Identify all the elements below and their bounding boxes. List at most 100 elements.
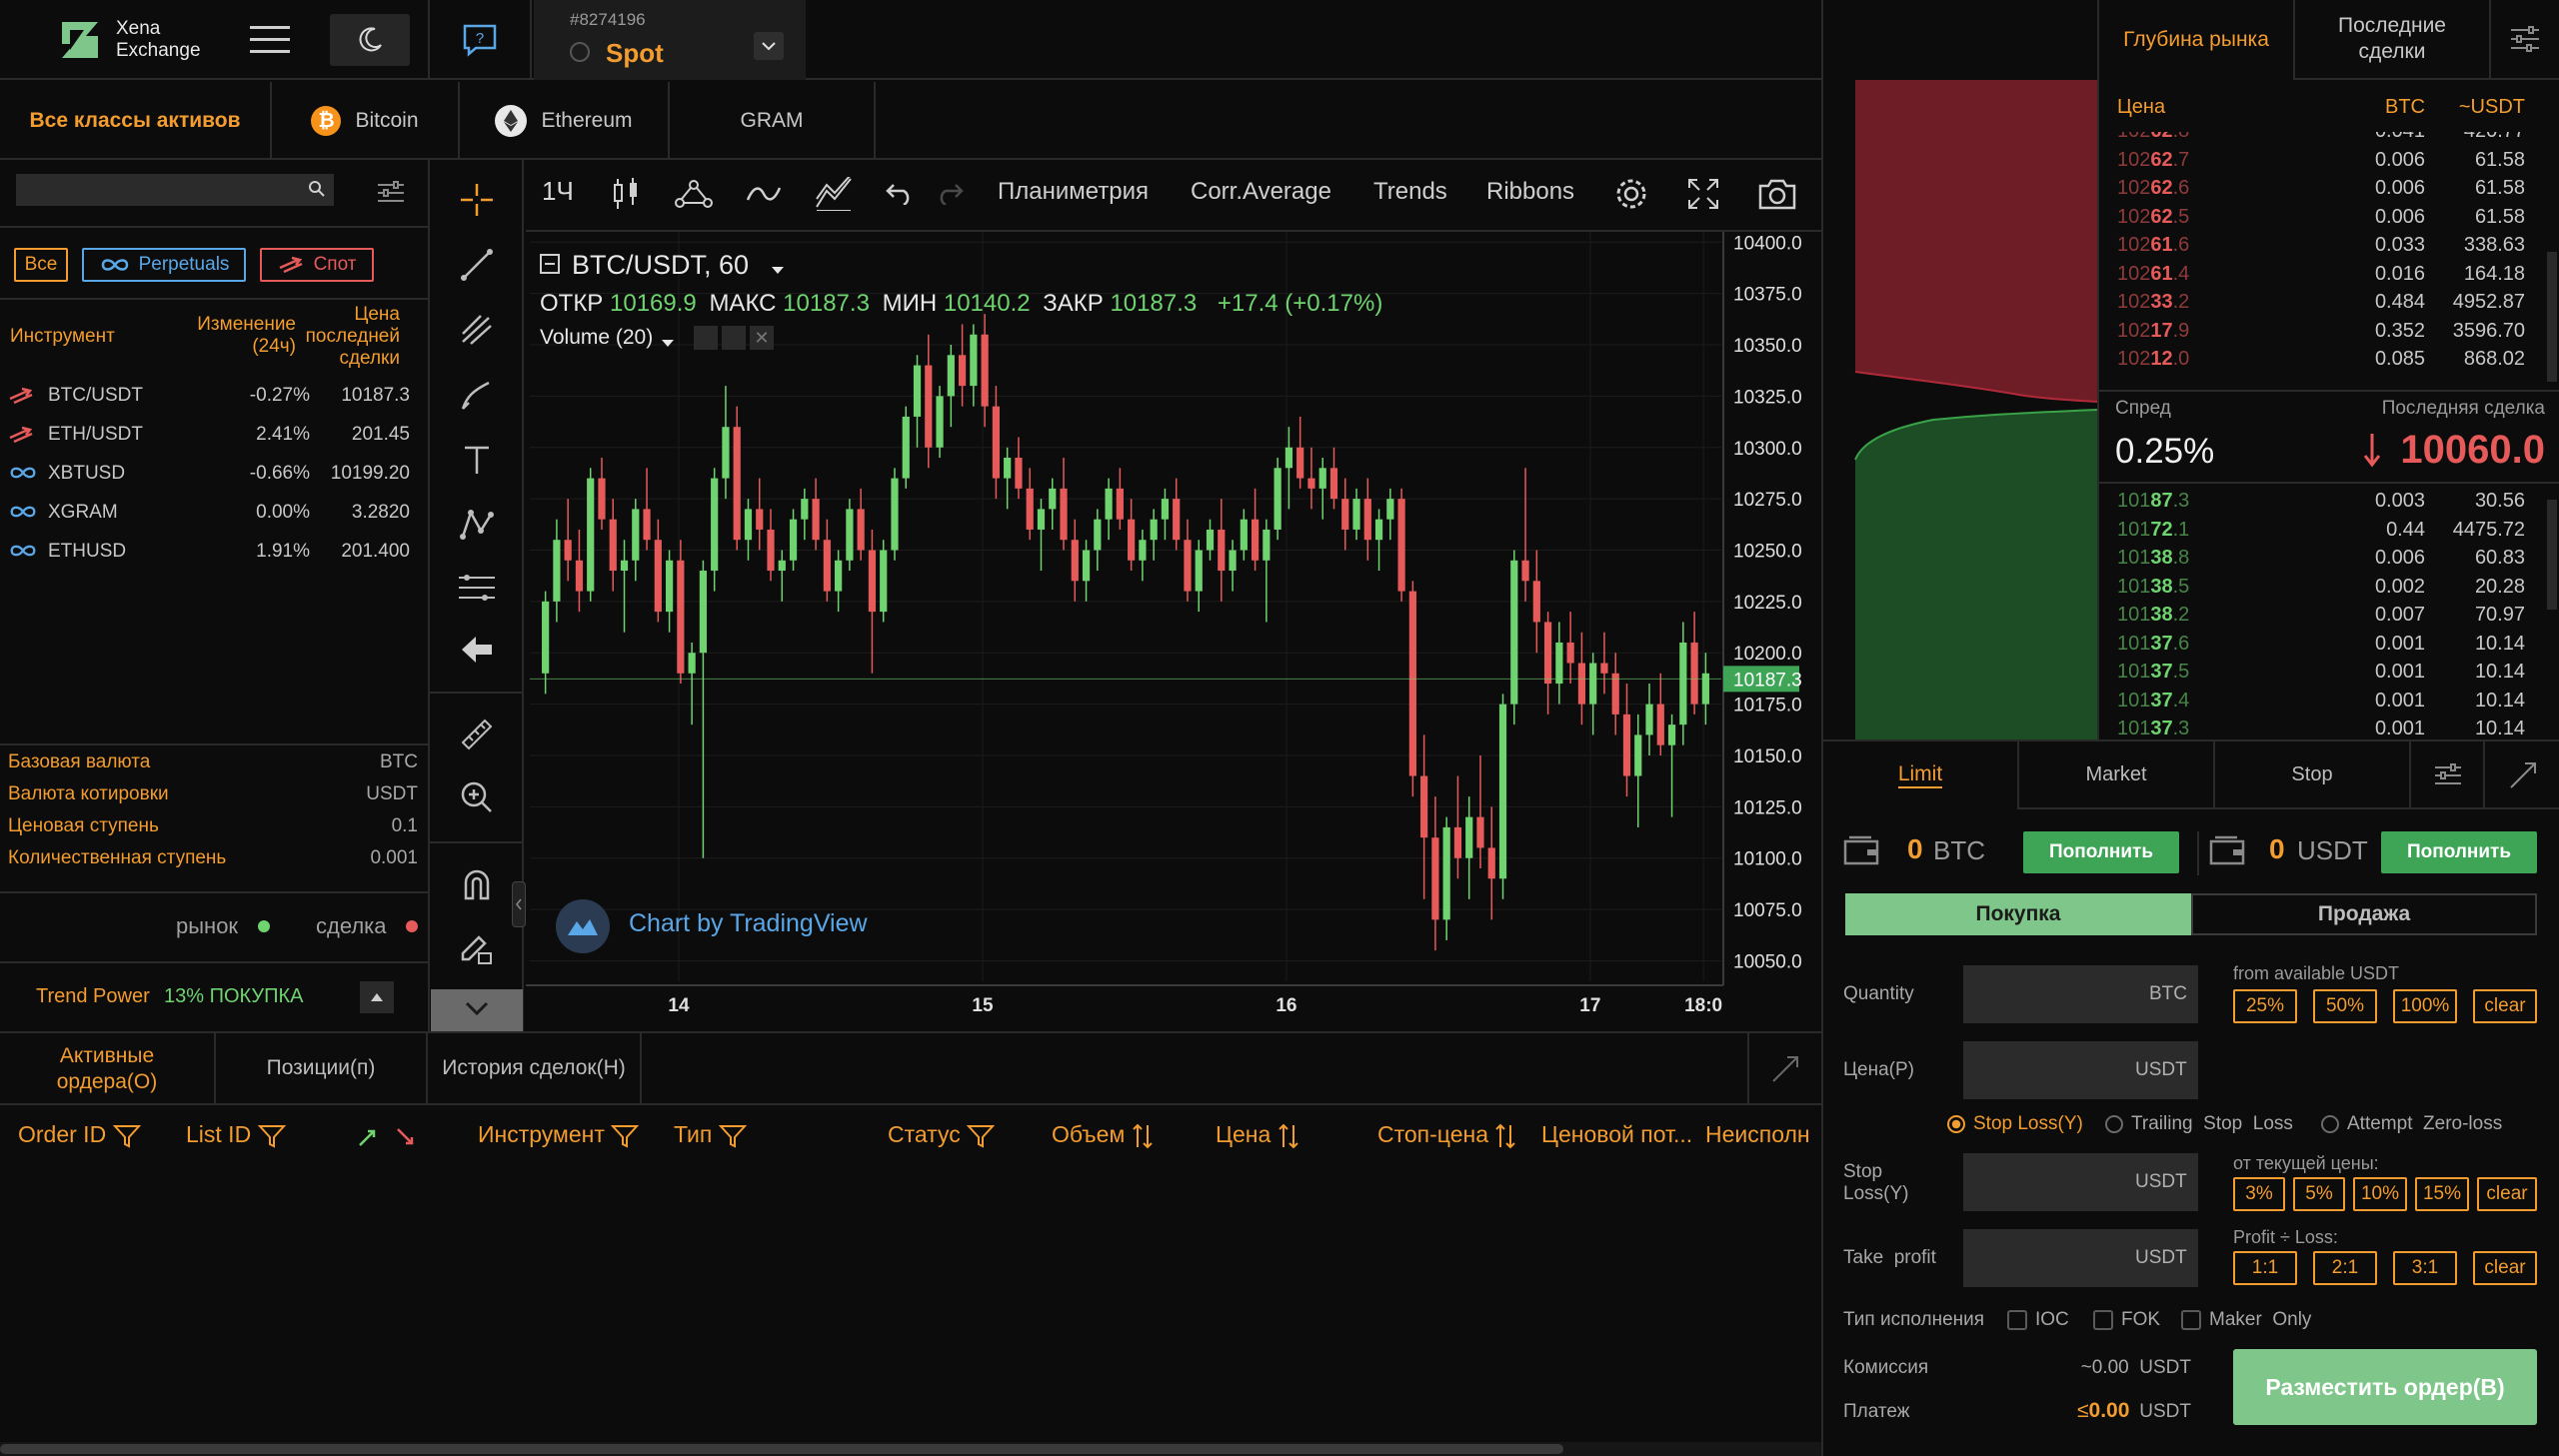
- text-tool-icon[interactable]: [457, 440, 497, 480]
- deposit-usdt-button[interactable]: Пополнить: [2381, 831, 2537, 873]
- qty-clear-button[interactable]: clear: [2473, 989, 2537, 1023]
- col-stop-price[interactable]: Стоп-цена: [1377, 1121, 1516, 1149]
- tab-trade-history[interactable]: История сделок(Н): [428, 1033, 642, 1105]
- instrument-row[interactable]: ETH/USDT 2.41% 201.45: [0, 416, 428, 454]
- pitchfork-icon[interactable]: [457, 310, 497, 350]
- caret-down-icon[interactable]: [662, 334, 674, 352]
- orderbook-row[interactable]: 10217.9 0.352 3596.70: [2099, 320, 2549, 348]
- tab-ethereum[interactable]: Ethereum: [460, 82, 670, 160]
- toolbar-scroll-down[interactable]: [431, 989, 523, 1031]
- orderbook-row[interactable]: 10262.5 0.006 61.58: [2099, 206, 2549, 234]
- orderbook-row[interactable]: 10172.1 0.44 4475.72: [2099, 519, 2549, 547]
- orderbook-row[interactable]: 10187.3 0.003 30.56: [2099, 490, 2549, 518]
- orderbook-row[interactable]: 10137.4 0.001 10.14: [2099, 690, 2549, 718]
- tab-limit[interactable]: Limit: [1823, 741, 2019, 809]
- hamburger-menu-icon[interactable]: [250, 22, 290, 58]
- column-header-last-price[interactable]: Цена последней сделки: [296, 304, 400, 370]
- orderbook-settings[interactable]: [2491, 0, 2559, 80]
- magnet-icon[interactable]: [457, 865, 497, 905]
- caret-down-icon[interactable]: [771, 262, 785, 280]
- orderbook-row[interactable]: 10137.6 0.001 10.14: [2099, 633, 2549, 661]
- side-filter-icon[interactable]: [356, 1125, 416, 1154]
- horizontal-scrollbar[interactable]: [0, 1442, 1821, 1456]
- filter-spot-button[interactable]: Спот: [260, 248, 374, 282]
- redo-icon[interactable]: [930, 174, 970, 214]
- filter-all-button[interactable]: Все: [14, 248, 68, 282]
- col-list-id[interactable]: List ID: [186, 1121, 286, 1148]
- buy-button[interactable]: Покупка: [1845, 893, 2191, 935]
- qty-25-button[interactable]: 25%: [2233, 989, 2297, 1023]
- settings-icon[interactable]: [722, 326, 746, 350]
- orderbook-row[interactable]: 10233.2 0.484 4952.87: [2099, 291, 2549, 319]
- col-price[interactable]: Цена: [1216, 1121, 1299, 1149]
- depth-chart[interactable]: [1823, 80, 2097, 739]
- col-status[interactable]: Статус: [888, 1121, 996, 1148]
- orderbook-row[interactable]: 10212.0 0.085 868.02: [2099, 348, 2549, 376]
- sell-button[interactable]: Продажа: [2191, 893, 2537, 935]
- pl-2-1-button[interactable]: 2:1: [2313, 1251, 2377, 1285]
- search-icon[interactable]: [308, 180, 326, 203]
- settings-gear-icon[interactable]: [1611, 174, 1651, 214]
- back-arrow-icon[interactable]: [457, 630, 497, 670]
- indicators-icon[interactable]: [674, 174, 714, 214]
- pattern-icon[interactable]: [457, 505, 497, 545]
- orderbook-row[interactable]: 10138.5 0.002 20.28: [2099, 576, 2549, 604]
- toolbar-item-planimetry[interactable]: Планиметрия: [998, 178, 1149, 206]
- eye-icon[interactable]: [694, 326, 718, 350]
- crosshair-icon[interactable]: [457, 180, 497, 220]
- help-button[interactable]: ?: [428, 0, 532, 80]
- col-volume[interactable]: Объем: [1052, 1121, 1154, 1149]
- attempt-zero-loss-radio[interactable]: Attempt Zero-loss: [2321, 1113, 2502, 1135]
- undo-icon[interactable]: [880, 174, 920, 214]
- volume-indicator-label[interactable]: Volume (20): [540, 326, 653, 350]
- maker-only-checkbox[interactable]: Maker Only: [2181, 1309, 2311, 1331]
- stop-loss-radio[interactable]: Stop Loss(Y): [1947, 1113, 2083, 1135]
- tab-active-orders[interactable]: Активные ордера(О): [0, 1033, 216, 1105]
- orderbook-row[interactable]: 10261.6 0.033 338.63: [2099, 234, 2549, 262]
- pl-clear-button[interactable]: clear: [2473, 1251, 2537, 1285]
- col-unfilled[interactable]: Неисполн: [1705, 1121, 1821, 1148]
- instrument-row[interactable]: XBTUSD -0.66% 10199.20: [0, 455, 428, 493]
- orderbook-row[interactable]: 10262.6 0.006 61.58: [2099, 177, 2549, 205]
- order-settings-button[interactable]: [2411, 741, 2485, 809]
- close-icon[interactable]: ✕: [750, 326, 774, 350]
- tab-bitcoin[interactable]: ₿ Bitcoin: [272, 82, 460, 160]
- zoom-in-icon[interactable]: [457, 777, 497, 817]
- col-type[interactable]: Тип: [674, 1121, 747, 1148]
- column-header-instrument[interactable]: Инструмент: [10, 326, 115, 348]
- orderbook-row[interactable]: 10262.7 0.006 61.58: [2099, 149, 2549, 177]
- chevron-down-icon[interactable]: [754, 32, 784, 60]
- sl-15-button[interactable]: 15%: [2415, 1177, 2469, 1211]
- sl-clear-button[interactable]: clear: [2477, 1177, 2537, 1211]
- orderbook-row[interactable]: 10137.5 0.001 10.14: [2099, 661, 2549, 689]
- trend-power-toggle[interactable]: [360, 981, 394, 1013]
- qty-50-button[interactable]: 50%: [2313, 989, 2377, 1023]
- pl-3-1-button[interactable]: 3:1: [2393, 1251, 2457, 1285]
- chart-symbol[interactable]: BTC/USDT, 60: [572, 250, 749, 281]
- fok-checkbox[interactable]: FOK: [2093, 1309, 2160, 1331]
- brush-icon[interactable]: [457, 375, 497, 415]
- place-order-button[interactable]: Разместить ордер(B): [2233, 1349, 2537, 1425]
- trailing-stop-radio[interactable]: Trailing Stop Loss: [2105, 1113, 2293, 1135]
- tab-positions[interactable]: Позиции(п): [216, 1033, 428, 1105]
- candles-icon[interactable]: [606, 174, 646, 214]
- tab-market-depth[interactable]: Глубина рынка: [2099, 0, 2295, 80]
- col-order-id[interactable]: Order ID: [18, 1121, 141, 1148]
- trend-line-icon[interactable]: [457, 245, 497, 285]
- expand-order-form-button[interactable]: [2485, 741, 2559, 809]
- line-chart-icon[interactable]: [744, 174, 784, 214]
- sl-10-button[interactable]: 10%: [2353, 1177, 2407, 1211]
- dark-mode-toggle[interactable]: [330, 14, 410, 66]
- tradingview-watermark[interactable]: Chart by TradingView: [629, 909, 868, 938]
- tab-market[interactable]: Market: [2019, 741, 2215, 809]
- orderbook-row[interactable]: 10137.3 0.001 10.14: [2099, 718, 2549, 737]
- orderbook-row[interactable]: 10138.2 0.007 70.97: [2099, 604, 2549, 632]
- deposit-btc-button[interactable]: Пополнить: [2023, 831, 2179, 873]
- fibonacci-icon[interactable]: [457, 568, 497, 608]
- lock-drawings-icon[interactable]: [457, 927, 497, 967]
- sl-5-button[interactable]: 5%: [2293, 1177, 2345, 1211]
- col-instrument[interactable]: Инструмент: [478, 1121, 640, 1148]
- templates-icon[interactable]: [814, 174, 854, 214]
- instrument-row[interactable]: XGRAM 0.00% 3.2820: [0, 494, 428, 532]
- qty-100-button[interactable]: 100%: [2393, 989, 2457, 1023]
